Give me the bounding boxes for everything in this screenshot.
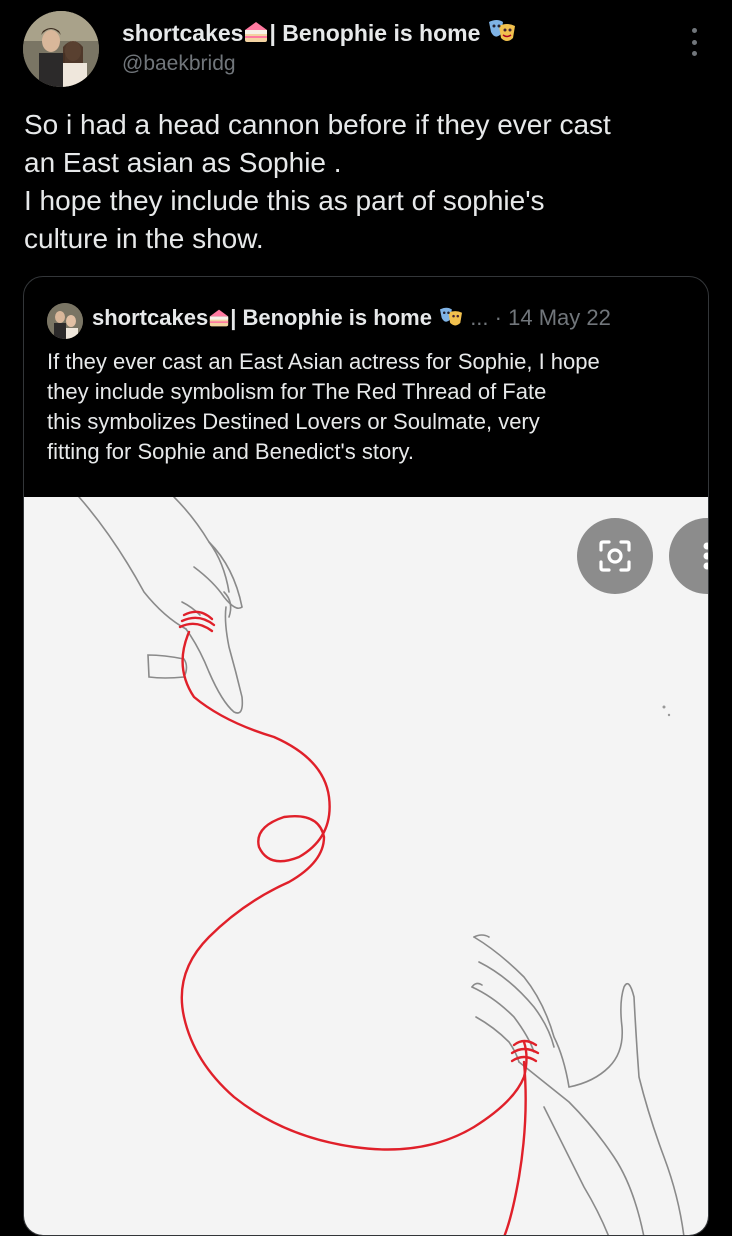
quoted-line: fitting for Sophie and Benedict's story. [47,439,414,464]
author-name-suffix: | Benophie is home [269,20,481,46]
quoted-line: If they ever cast an East Asian actress … [47,349,600,374]
cake-icon [208,308,230,334]
author-handle[interactable]: @baekbridg [122,52,236,76]
quoted-text: If they ever cast an East Asian actress … [47,347,697,467]
tweet-line: an East asian as Sophie . [24,147,342,178]
lens-icon[interactable] [577,518,653,594]
quoted-author-suffix: | Benophie is home [230,305,432,330]
quoted-date[interactable]: 14 May 22 [508,305,611,330]
author-display-name[interactable]: shortcakes [122,20,243,46]
author-avatar[interactable] [23,11,99,87]
quoted-ellipsis: ... [470,305,489,330]
quoted-tweet[interactable]: shortcakes | Benophie is home ... · 14 Ma… [23,276,709,1236]
quoted-author-avatar[interactable] [47,303,83,339]
red-thread-drawing [78,497,685,1235]
tweet-text: So i had a head cannon before if they ev… [24,106,714,258]
media-image[interactable] [24,497,708,1235]
quoted-header: shortcakes | Benophie is home ... · 14 Ma… [92,305,611,334]
more-options-icon[interactable] [682,26,706,58]
tweet-line: So i had a head cannon before if they ev… [24,109,611,140]
author-name[interactable]: shortcakes | Benophie is home [122,18,517,50]
tweet-line: culture in the show. [24,223,264,254]
quoted-line: this symbolizes Destined Lovers or Soulm… [47,409,540,434]
tweet-line: I hope they include this as part of soph… [24,185,545,216]
more-vertical-icon[interactable] [669,518,708,594]
quoted-dot: · [494,305,502,330]
cake-icon [243,20,269,50]
quoted-line: they include symbolism for The Red Threa… [47,379,547,404]
theater-masks-icon [438,306,464,334]
theater-masks-icon [487,18,517,50]
quoted-author-name[interactable]: shortcakes [92,305,208,330]
